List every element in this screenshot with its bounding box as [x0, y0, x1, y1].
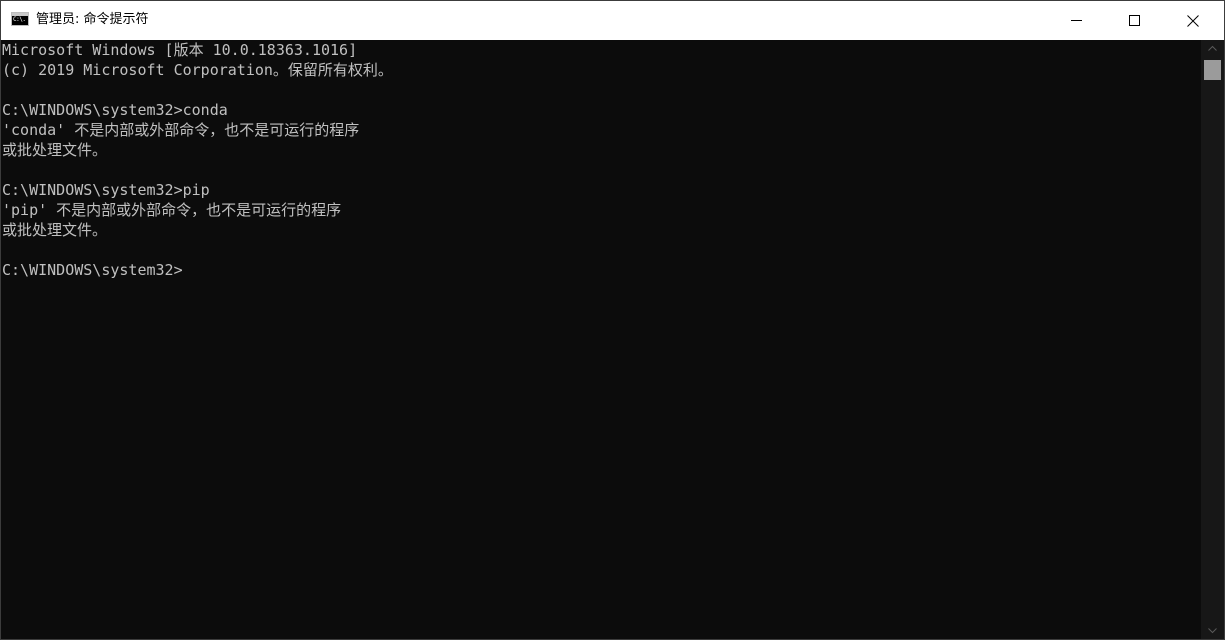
close-icon — [1187, 15, 1199, 27]
window-title: 管理员: 命令提示符 — [36, 12, 149, 27]
maximize-icon — [1129, 15, 1140, 26]
scroll-down-button[interactable] — [1201, 622, 1224, 639]
scroll-thumb[interactable] — [1204, 60, 1221, 80]
console-line: C:\WINDOWS\system32>pip — [2, 181, 210, 199]
console-line: (c) 2019 Microsoft Corporation。保留所有权利。 — [2, 61, 393, 79]
console-line: 或批处理文件。 — [2, 221, 108, 239]
chevron-up-icon — [1208, 45, 1217, 51]
console-output[interactable]: Microsoft Windows [版本 10.0.18363.1016] (… — [1, 40, 1201, 639]
title-bar[interactable]: 管理员: 命令提示符 — [1, 1, 1224, 40]
chevron-down-icon — [1208, 628, 1217, 634]
command-prompt-window: 管理员: 命令提示符 Microsoft Windows [版本 10.0.18… — [0, 0, 1225, 640]
minimize-button[interactable] — [1048, 1, 1106, 40]
console-line: Microsoft Windows [版本 10.0.18363.1016] — [2, 41, 358, 59]
close-button[interactable] — [1164, 1, 1222, 40]
maximize-button[interactable] — [1106, 1, 1164, 40]
console-line: 或批处理文件。 — [2, 141, 108, 159]
console-line: 'pip' 不是内部或外部命令，也不是可运行的程序 — [2, 201, 342, 219]
console-line: C:\WINDOWS\system32>conda — [2, 101, 228, 119]
scroll-up-button[interactable] — [1201, 40, 1224, 57]
minimize-icon — [1071, 20, 1082, 21]
vertical-scrollbar[interactable] — [1201, 40, 1224, 639]
console-line: 'conda' 不是内部或外部命令，也不是可运行的程序 — [2, 121, 360, 139]
command-prompt-icon[interactable] — [11, 12, 29, 26]
console-prompt-line[interactable]: C:\WINDOWS\system32> — [2, 260, 183, 280]
